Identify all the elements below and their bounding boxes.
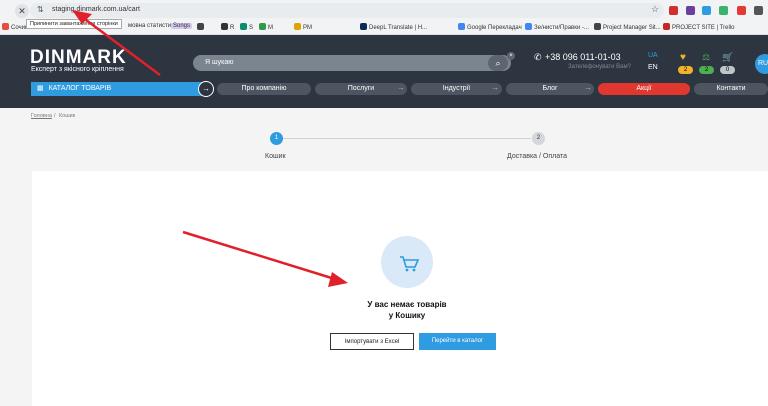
empty-cart-line-1: У вас немає товарів xyxy=(367,300,447,309)
arrow-right-icon[interactable]: → xyxy=(198,81,214,97)
nav-services[interactable]: Послуги xyxy=(315,83,407,95)
bookmark[interactable]: Project Manager Sit... xyxy=(594,23,661,31)
nav-blog[interactable]: Блог xyxy=(506,83,594,95)
bookmark[interactable]: M xyxy=(259,23,273,31)
bookmark-label: M xyxy=(268,25,273,31)
bookmark-label: R xyxy=(230,25,235,31)
go-to-catalog-button[interactable]: Перейти в каталог xyxy=(419,333,496,350)
compare-count: 2 xyxy=(699,66,714,74)
stop-loading-icon[interactable]: ✕ xyxy=(15,4,29,18)
search-input[interactable] xyxy=(193,55,511,71)
lang-ru[interactable]: RU xyxy=(755,54,768,74)
cart-count: 0 xyxy=(720,66,735,74)
bookmark[interactable]: Google Перекладач xyxy=(458,23,522,31)
nav-contacts[interactable]: Контакти xyxy=(694,83,768,95)
nav-promotions[interactable]: Акції xyxy=(598,83,690,95)
breadcrumb-current: Кошик xyxy=(59,113,76,119)
clear-icon[interactable]: × xyxy=(507,52,515,60)
bookmark[interactable]: R xyxy=(221,23,234,31)
empty-cart-message: У вас немає товарів у Кошику xyxy=(320,299,494,321)
bookmark[interactable]: PROJECT SITE | Trello xyxy=(663,23,734,31)
search-placeholder: Я шукаю xyxy=(205,59,234,66)
extension-icon[interactable] xyxy=(754,6,763,15)
url-text: staging.dinmark.com.ua/cart xyxy=(52,6,140,13)
lang-en[interactable]: EN xyxy=(648,64,658,71)
cart-icon xyxy=(400,256,420,272)
extension-icon[interactable] xyxy=(686,6,695,15)
logo-subtitle: Експерт з якісного кріплення xyxy=(31,66,124,73)
cart-panel xyxy=(32,171,768,406)
steps-divider xyxy=(283,138,531,139)
favorites-count: 2 xyxy=(678,66,693,74)
bookmark-label: PROJECT SITE | Trello xyxy=(672,25,735,31)
callback-link[interactable]: Зателефонувати Вам? xyxy=(568,64,631,70)
bookmark-label: Project Manager Sit... xyxy=(603,25,661,31)
step-2-label: Доставка / Оплата xyxy=(507,153,567,160)
tooltip: Припинити завантаження сторінки xyxy=(26,19,122,29)
arrow-right-icon: → xyxy=(584,83,592,92)
bookmark[interactable]: PM xyxy=(294,23,312,31)
import-excel-button[interactable]: Імпортувати з Excel xyxy=(330,333,414,350)
catalog-label: КАТАЛОГ ТОВАРІВ xyxy=(48,85,112,92)
bookmark[interactable]: мовна статистика xyxy=(128,23,177,29)
breadcrumb-separator: / xyxy=(54,113,56,119)
bookmark[interactable] xyxy=(197,23,206,31)
site-info-icon[interactable]: ⇅ xyxy=(37,5,44,14)
extension-icon[interactable] xyxy=(669,6,678,15)
heart-icon[interactable]: ♥ xyxy=(680,52,686,63)
catalog-button[interactable]: ▦ КАТАЛОГ ТОВАРІВ xyxy=(31,82,203,96)
step-1-label: Кошик xyxy=(265,153,286,160)
empty-cart-illustration xyxy=(381,236,433,288)
bookmark-label: Songs xyxy=(173,23,191,29)
bookmark-label: Google Перекладач xyxy=(467,25,522,31)
compare-icon[interactable]: ⚖ xyxy=(702,52,710,63)
bookmark[interactable]: Зе/нисти/Правки -... xyxy=(525,23,589,31)
bookmark-label: PM xyxy=(303,25,312,31)
bookmark-label: Зе/нисти/Правки -... xyxy=(534,25,589,31)
step-2-circle: 2 xyxy=(532,132,545,145)
nav-industries[interactable]: Індустрії xyxy=(411,83,502,95)
star-icon[interactable]: ☆ xyxy=(651,4,659,15)
bookmark-label: DeepL Translate | H... xyxy=(369,25,428,31)
grid-icon: ▦ xyxy=(37,85,44,92)
extension-icon[interactable] xyxy=(702,6,711,15)
extension-icon[interactable] xyxy=(737,6,746,15)
arrow-right-icon: → xyxy=(491,83,499,92)
breadcrumb-home[interactable]: Головна xyxy=(31,113,52,119)
nav-about[interactable]: Про компанію xyxy=(217,83,311,95)
bookmark-label: S xyxy=(249,25,254,31)
phone-icon: ✆ xyxy=(534,52,542,62)
phone-number[interactable]: +38 096 011-01-03 xyxy=(545,52,621,62)
bookmark-label: мовна статистика xyxy=(128,23,178,29)
bookmark[interactable]: Songs xyxy=(171,23,193,29)
step-1-circle: 1 xyxy=(270,132,283,145)
search-icon[interactable]: ⌕ xyxy=(488,55,508,71)
cart-icon[interactable]: 🛒 xyxy=(722,52,733,63)
bookmark[interactable]: DeepL Translate | H... xyxy=(360,23,427,31)
extension-icon[interactable] xyxy=(719,6,728,15)
lang-ua[interactable]: UA xyxy=(648,52,658,59)
empty-cart-line-2: у Кошику xyxy=(388,311,426,320)
arrow-right-icon: → xyxy=(397,83,405,92)
bookmark[interactable]: S xyxy=(240,23,253,31)
